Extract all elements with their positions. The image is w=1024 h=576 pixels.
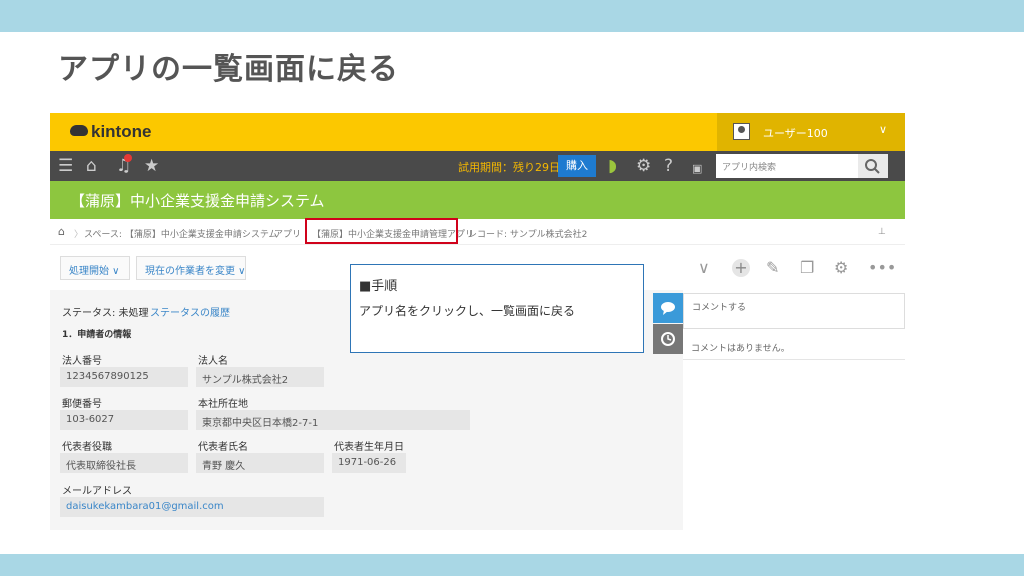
callout-body: アプリ名をクリックし、一覧画面に戻る [359, 304, 576, 318]
no-comments-text: コメントはありません。 [691, 344, 790, 354]
breadcrumb-separator: 〉 [262, 230, 272, 240]
duplicate-icon[interactable]: ❐ [800, 259, 814, 277]
rep-name-value: 青野 慶久 [196, 453, 324, 473]
rep-name-label: 代表者氏名 [198, 442, 248, 453]
global-toolbar: ☰ ⌂ ♫ ★ 試用期間：残り29日 購入 ◗ ⚙ ? ▣ アプリ内検索 [50, 151, 905, 181]
add-record-icon[interactable]: + [732, 259, 750, 277]
buy-button[interactable]: 購入 [558, 155, 596, 177]
rep-title-label: 代表者役職 [62, 442, 112, 453]
search-icon [865, 159, 880, 174]
slide-title: アプリの一覧画面に戻る [58, 52, 399, 87]
chevron-down-icon: ∨ [878, 123, 887, 136]
breadcrumb: ⌂ 〉 スペース: 【蒲原】中小企業支援金申請システム 〉 アプリ 【蒲原】中小… [50, 219, 905, 245]
rep-title-value: 代表取締役社長 [60, 453, 188, 473]
home-icon[interactable]: ⌂ [58, 225, 65, 238]
bottom-band [0, 554, 1024, 576]
app-search-input[interactable]: アプリ内検索 [716, 154, 858, 178]
user-name: ユーザー100 [763, 127, 828, 140]
beginner-mark-icon[interactable]: ◗ [608, 156, 617, 176]
apps-icon[interactable]: ▣ [692, 159, 702, 179]
instruction-callout: ■手順 アプリ名をクリックし、一覧画面に戻る [350, 264, 644, 353]
comment-input[interactable]: コメントする [683, 293, 905, 329]
rep-birth-label: 代表者生年月日 [334, 442, 404, 453]
space-header: 【蒲原】中小企業支援金申請システム [50, 181, 905, 219]
gear-icon[interactable]: ⚙ [834, 259, 848, 277]
gear-icon[interactable]: ⚙ [636, 156, 651, 176]
more-icon[interactable]: ••• [868, 259, 896, 277]
notification-badge [124, 154, 132, 162]
space-title[interactable]: 【蒲原】中小企業支援金申請システム [70, 190, 325, 211]
rep-birth-value: 1971-06-26 [332, 453, 406, 473]
help-icon[interactable]: ? [664, 156, 673, 176]
star-icon[interactable]: ★ [144, 156, 159, 176]
status-label: ステータス: 未処理 [62, 308, 149, 319]
trial-period: 試用期間：残り29日 [458, 161, 560, 174]
pin-icon[interactable]: ⊥ [878, 227, 886, 237]
app-header: kintone ユーザー100 ∨ [50, 113, 905, 151]
callout-heading: ■手順 [359, 279, 398, 294]
menu-icon[interactable]: ☰ [58, 156, 73, 176]
divider [683, 359, 905, 360]
search-button[interactable] [858, 154, 888, 178]
postal-label: 郵便番号 [62, 399, 102, 410]
home-icon[interactable]: ⌂ [86, 156, 97, 176]
section-heading: 1．申請者の情報 [62, 330, 132, 340]
user-avatar-icon [733, 123, 750, 140]
address-label: 本社所在地 [198, 399, 248, 410]
speech-bubble-icon [661, 302, 675, 315]
breadcrumb-apps[interactable]: アプリ [274, 227, 301, 240]
edit-icon[interactable]: ✎ [766, 259, 779, 277]
email-label: メールアドレス [62, 486, 132, 497]
status-history-link[interactable]: ステータスの履歴 [150, 304, 230, 319]
change-assignee-label: 現在の作業者を変更 [145, 266, 235, 277]
kintone-logo-icon [70, 125, 88, 136]
chevron-down-icon[interactable]: ∨ [698, 259, 710, 277]
app-name-highlight [305, 218, 458, 244]
corp-number-label: 法人番号 [62, 356, 102, 367]
kintone-logo[interactable]: kintone [70, 122, 151, 142]
history-icon [661, 332, 675, 346]
comments-tab[interactable] [653, 293, 683, 323]
start-process-label: 処理開始 [69, 266, 109, 277]
address-value: 東京都中央区日本橋2-7-1 [196, 410, 470, 430]
postal-value: 103-6027 [60, 410, 188, 430]
email-value[interactable]: daisukekambara01@gmail.com [60, 497, 324, 517]
breadcrumb-separator: 〉 [74, 230, 84, 240]
start-process-button[interactable]: 処理開始 ∨ [60, 256, 130, 280]
corp-name-value: サンプル株式会社2 [196, 367, 324, 387]
history-tab[interactable] [653, 324, 683, 354]
breadcrumb-space[interactable]: スペース: 【蒲原】中小企業支援金申請システム [84, 227, 278, 240]
corp-name-label: 法人名 [198, 356, 228, 367]
slide: アプリの一覧画面に戻る kintone ユーザー100 ∨ ☰ ⌂ ♫ ★ 試用… [0, 0, 1024, 576]
corp-number-value: 1234567890125 [60, 367, 188, 387]
comment-panel: コメントする コメントはありません。 [683, 293, 905, 530]
user-menu[interactable]: ユーザー100 ∨ [717, 113, 905, 151]
change-assignee-button[interactable]: 現在の作業者を変更 ∨ [136, 256, 246, 280]
logo-text: kintone [91, 122, 152, 141]
top-band [0, 0, 1024, 32]
breadcrumb-record: レコード: サンプル株式会社2 [468, 230, 588, 240]
